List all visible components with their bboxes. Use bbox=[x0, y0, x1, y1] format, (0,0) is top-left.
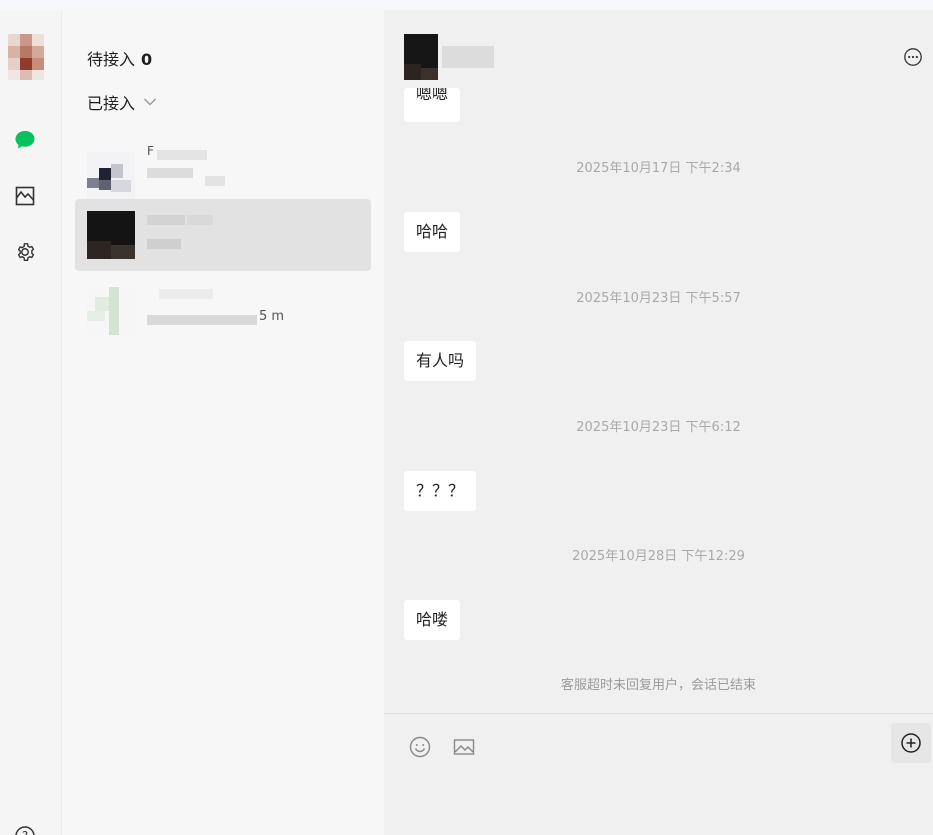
chat-header bbox=[384, 10, 933, 90]
session-item[interactable]: 5 m bbox=[75, 275, 371, 347]
agent-avatar[interactable] bbox=[8, 34, 44, 80]
redacted-block bbox=[147, 168, 193, 178]
more-options-icon[interactable] bbox=[903, 47, 923, 67]
composer-divider bbox=[384, 713, 933, 714]
redacted-block bbox=[147, 315, 257, 325]
top-strip bbox=[0, 0, 933, 10]
message-bubble: ？？？ bbox=[404, 471, 477, 511]
gear-icon[interactable] bbox=[13, 240, 37, 264]
session-list-panel: 待接入 0 已接入 F 5 m bbox=[62, 10, 384, 835]
message-bubble: 哈喽 bbox=[404, 600, 461, 640]
chevron-down-icon bbox=[144, 98, 157, 106]
message-bubble-partial: 嗯嗯 bbox=[404, 88, 461, 122]
left-rail: ? bbox=[0, 10, 62, 835]
plus-icon bbox=[901, 733, 921, 753]
accepted-label: 已接入 bbox=[87, 94, 136, 113]
accepted-sessions-toggle[interactable]: 已接入 bbox=[87, 90, 157, 114]
pending-sessions-header[interactable]: 待接入 0 bbox=[87, 46, 152, 70]
session-preview: 5 m bbox=[259, 309, 285, 324]
redacted-contact-name bbox=[442, 46, 494, 68]
redacted-block bbox=[205, 176, 225, 186]
chat-panel: 嗯嗯 2025年10月17日 下午2:34 哈哈 2025年10月23日 下午5… bbox=[384, 10, 933, 835]
session-ended-notice: 客服超时未回复用户，会话已结束 bbox=[560, 678, 756, 693]
session-avatar bbox=[87, 152, 135, 200]
help-icon[interactable]: ? bbox=[14, 825, 36, 835]
session-avatar bbox=[87, 211, 135, 259]
pending-label: 待接入 bbox=[87, 50, 136, 69]
message-timestamp: 2025年10月17日 下午2:34 bbox=[576, 161, 741, 176]
redacted-block bbox=[187, 215, 213, 225]
redacted-block bbox=[147, 215, 185, 225]
message-timestamp: 2025年10月28日 下午12:29 bbox=[572, 549, 745, 564]
session-avatar bbox=[87, 287, 135, 335]
redacted-block bbox=[147, 239, 181, 249]
pending-count: 0 bbox=[141, 50, 153, 69]
svg-text:?: ? bbox=[22, 829, 28, 835]
session-name: F bbox=[147, 144, 154, 158]
redacted-block bbox=[159, 289, 213, 299]
add-attachment-button[interactable] bbox=[891, 723, 931, 763]
message-bubble: 有人吗 bbox=[404, 341, 477, 381]
image-icon[interactable] bbox=[452, 735, 476, 759]
message-bubble: 哈哈 bbox=[404, 212, 461, 252]
chart-icon[interactable] bbox=[13, 184, 37, 208]
chat-icon[interactable] bbox=[13, 128, 37, 152]
message-timestamp: 2025年10月23日 下午5:57 bbox=[576, 291, 741, 306]
session-item-active[interactable] bbox=[75, 199, 371, 271]
message-timestamp: 2025年10月23日 下午6:12 bbox=[576, 420, 741, 435]
contact-avatar[interactable] bbox=[404, 34, 438, 80]
emoji-icon[interactable] bbox=[408, 735, 432, 759]
redacted-block bbox=[157, 150, 207, 160]
